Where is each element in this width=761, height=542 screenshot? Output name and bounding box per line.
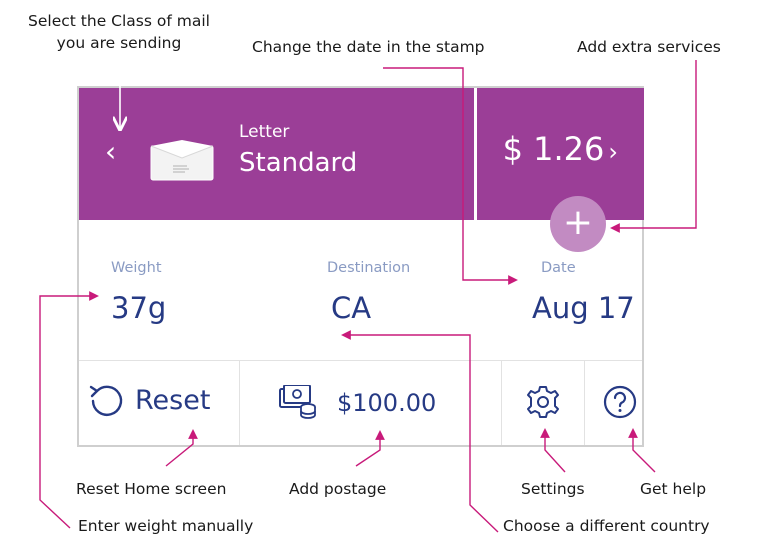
annotation-select-class-line2: you are sending xyxy=(56,34,182,52)
annotation-choose-country: Choose a different country xyxy=(503,517,710,535)
weight-label: Weight xyxy=(111,260,162,276)
postage-balance: $100.00 xyxy=(337,389,437,417)
annotation-reset-home: Reset Home screen xyxy=(76,480,227,498)
weight-value[interactable]: 37g xyxy=(111,291,166,325)
date-value[interactable]: Aug 17 xyxy=(532,291,635,325)
settings-button[interactable] xyxy=(502,361,584,445)
date-label: Date xyxy=(541,260,576,276)
annotation-select-class-line1: Select the Class of mail xyxy=(28,12,210,30)
annotation-enter-weight: Enter weight manually xyxy=(78,517,254,535)
chevron-left-icon[interactable]: ‹ xyxy=(105,138,131,166)
gear-icon xyxy=(524,383,562,421)
mail-type-label: Letter xyxy=(239,122,290,142)
annotation-get-help: Get help xyxy=(640,480,707,498)
postage-funds-icon xyxy=(278,385,318,419)
annotation-select-class: Select the Class of mail you are sending xyxy=(8,10,230,54)
price-button[interactable]: $ 1.26 › xyxy=(503,130,618,168)
price-area[interactable]: $ 1.26 › xyxy=(477,88,644,220)
help-button[interactable] xyxy=(585,361,642,445)
reset-button[interactable]: Reset xyxy=(79,361,239,445)
reset-label: Reset xyxy=(135,385,211,416)
mail-class-selector[interactable]: ‹ Letter Standard xyxy=(79,88,474,220)
home-screen-panel: ‹ Letter Standard $ 1.26 › + Weight 37g D… xyxy=(77,86,644,447)
envelope-icon xyxy=(149,138,215,182)
chevron-right-icon: › xyxy=(608,138,618,166)
annotation-settings: Settings xyxy=(521,480,585,498)
mail-class-label: Standard xyxy=(239,148,358,178)
help-icon xyxy=(601,383,639,421)
annotation-add-postage: Add postage xyxy=(289,480,387,498)
destination-label: Destination xyxy=(327,260,411,276)
add-services-button[interactable]: + xyxy=(550,196,606,252)
annotation-change-date: Change the date in the stamp xyxy=(252,38,485,56)
reset-icon xyxy=(87,381,125,419)
annotation-extra-services: Add extra services xyxy=(577,38,721,56)
destination-value[interactable]: CA xyxy=(331,291,371,325)
add-postage-button[interactable]: $100.00 xyxy=(240,361,501,445)
plus-icon: + xyxy=(562,202,594,243)
price-value: $ 1.26 xyxy=(502,130,605,168)
